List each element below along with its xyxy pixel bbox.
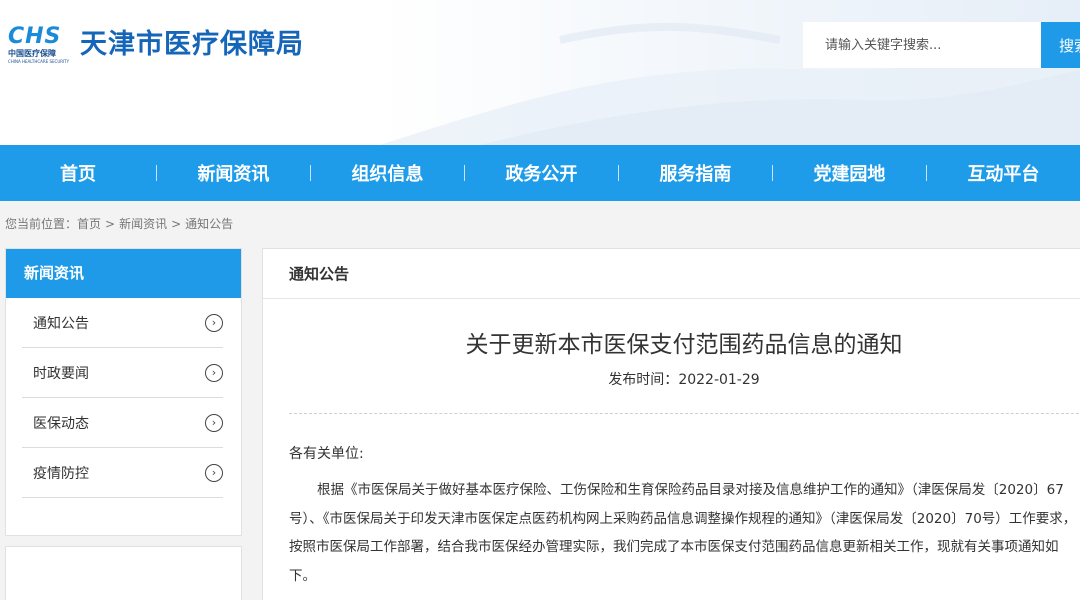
chevron-circle-right-icon: › — [205, 363, 223, 382]
logo-english-text: CHINA HEALTHCARE SECURITY — [8, 59, 70, 64]
publish-date: 发布时间：2022-01-29 — [263, 371, 1080, 389]
nav-service-guide[interactable]: 服务指南 — [619, 145, 772, 201]
chs-logo[interactable]: CHS 中国医疗保障 CHINA HEALTHCARE SECURITY — [8, 26, 70, 66]
article-title: 关于更新本市医保支付范围药品信息的通知 — [465, 332, 903, 358]
sidebar-item-label: 时政要闻 — [33, 365, 89, 382]
sidebar-item-politics-news[interactable]: 时政要闻 › — [22, 348, 223, 398]
sidebar: 新闻资讯 通知公告 › 时政要闻 › 医保动态 › 疫情防控 › — [5, 248, 242, 536]
nav-interaction[interactable]: 互动平台 — [927, 145, 1080, 201]
logo-chinese-text: 中国医疗保障 — [8, 49, 56, 58]
sidebar-item-epidemic-control[interactable]: 疫情防控 › — [22, 448, 223, 498]
sidebar-title: 新闻资讯 — [6, 249, 241, 298]
search-button[interactable]: 搜索 — [1041, 22, 1080, 68]
article-salutation: 各有关单位: — [289, 446, 364, 462]
breadcrumb-separator: > — [171, 217, 182, 231]
sidebar-item-insurance-news[interactable]: 医保动态 › — [22, 398, 223, 448]
nav-party-building[interactable]: 党建园地 — [773, 145, 926, 201]
main-nav: 首页 新闻资讯 组织信息 政务公开 服务指南 党建园地 互动平台 — [0, 145, 1080, 201]
breadcrumb: 您当前位置：首页 > 新闻资讯 > 通知公告 — [5, 216, 233, 232]
article-paragraph: 根据《市医保局关于做好基本医疗保险、工伤保险和生育保险药品目录对接及信息维护工作… — [289, 482, 1077, 584]
site-header: CHS 中国医疗保障 CHINA HEALTHCARE SECURITY 天津市… — [0, 0, 1080, 145]
publish-date-value: 2022-01-29 — [678, 372, 760, 388]
article-panel: 通知公告 关于更新本市医保支付范围药品信息的通知 发布时间：2022-01-29… — [262, 248, 1080, 600]
search-input[interactable] — [803, 22, 1041, 68]
divider — [289, 413, 1080, 414]
sidebar-item-label: 通知公告 — [33, 315, 89, 332]
nav-news[interactable]: 新闻资讯 — [157, 145, 310, 201]
sidebar-item-label: 疫情防控 — [33, 465, 89, 482]
nav-organization[interactable]: 组织信息 — [311, 145, 464, 201]
sidebar-item-label: 医保动态 — [33, 415, 89, 432]
breadcrumb-prefix: 您当前位置： — [5, 217, 78, 231]
chevron-circle-right-icon: › — [205, 463, 223, 482]
chevron-circle-right-icon: › — [205, 413, 223, 432]
nav-home[interactable]: 首页 — [0, 145, 156, 201]
site-title[interactable]: 天津市医疗保障局 — [80, 28, 304, 62]
section-title: 通知公告 — [263, 249, 1080, 299]
breadcrumb-news[interactable]: 新闻资讯 — [119, 217, 167, 231]
nav-government-affairs[interactable]: 政务公开 — [465, 145, 618, 201]
chevron-circle-right-icon: › — [205, 313, 223, 332]
sidebar-item-notices[interactable]: 通知公告 › — [22, 298, 223, 348]
breadcrumb-notices[interactable]: 通知公告 — [185, 217, 233, 231]
logo-mark: CHS — [8, 24, 62, 49]
publish-date-label: 发布时间： — [608, 372, 679, 388]
breadcrumb-home[interactable]: 首页 — [77, 217, 101, 231]
breadcrumb-separator: > — [105, 217, 116, 231]
sidebar-secondary-panel — [5, 546, 242, 600]
